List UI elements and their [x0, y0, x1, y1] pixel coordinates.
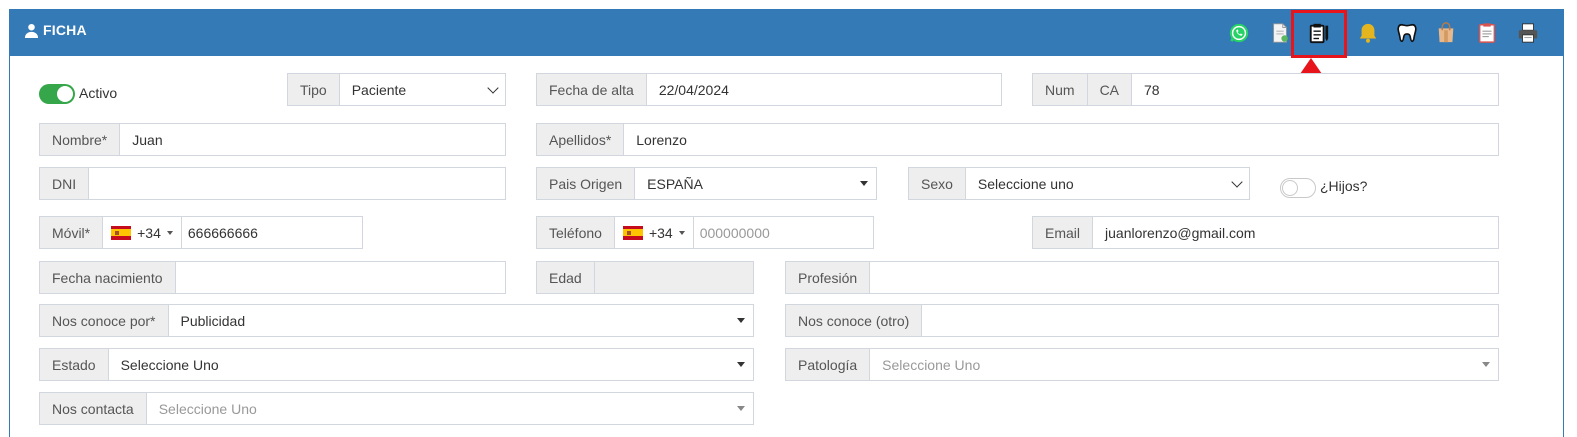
spain-flag-icon	[111, 225, 132, 240]
pais-origen-select[interactable]: Pais Origen ESPAÑA	[536, 167, 877, 200]
caret-down-icon	[678, 230, 685, 235]
caret-down-icon	[166, 230, 173, 235]
activo-label: Activo	[79, 85, 118, 101]
hijos-toggle[interactable]	[1280, 178, 1316, 198]
bag-icon[interactable]	[1434, 21, 1458, 45]
nos-conoce-otro-field[interactable]: Nos conoce (otro)	[785, 304, 1499, 337]
country-code-selector[interactable]: +34	[103, 217, 182, 248]
profesion-field[interactable]: Profesión	[785, 261, 1499, 294]
clipboard-list-icon[interactable]	[1475, 21, 1499, 45]
nos-contacta-select[interactable]: Nos contacta Seleccione Uno	[39, 392, 754, 425]
num-field[interactable]: Num CA 78	[1032, 73, 1499, 106]
nombre-field[interactable]: Nombre* Juan	[39, 123, 506, 156]
chevron-down-icon	[1225, 168, 1249, 199]
email-field[interactable]: Email juanlorenzo@gmail.com	[1032, 216, 1499, 249]
nos-conoce-select[interactable]: Nos conoce por* Publicidad	[39, 304, 754, 337]
activo-toggle[interactable]	[39, 84, 75, 104]
caret-down-icon	[1474, 349, 1498, 380]
header-toolbar	[10, 10, 1563, 58]
tooth-icon[interactable]	[1395, 21, 1419, 45]
highlight-box	[1291, 10, 1347, 58]
document-icon[interactable]	[1268, 21, 1292, 45]
spain-flag-icon	[622, 225, 643, 240]
fecha-nacimiento-field[interactable]: Fecha nacimiento	[39, 261, 506, 294]
hijos-label: ¿Hijos?	[1320, 178, 1368, 194]
patologia-select[interactable]: Patología Seleccione Uno	[785, 348, 1499, 381]
chevron-down-icon	[481, 74, 505, 105]
movil-field[interactable]: Móvil* +34 666666666	[39, 216, 363, 249]
caret-down-icon	[729, 305, 753, 336]
country-code-selector[interactable]: +34	[614, 217, 694, 248]
dni-field[interactable]: DNI	[39, 167, 506, 200]
whatsapp-icon[interactable]	[1227, 21, 1251, 45]
fecha-alta-field[interactable]: Fecha de alta 22/04/2024	[536, 73, 1002, 106]
sexo-select[interactable]: Sexo Seleccione uno	[908, 167, 1250, 200]
apellidos-field[interactable]: Apellidos* Lorenzo	[536, 123, 1499, 156]
caret-down-icon	[729, 393, 753, 424]
printer-icon[interactable]	[1516, 21, 1540, 45]
telefono-field[interactable]: Teléfono +34 000000000	[536, 216, 874, 249]
caret-down-icon	[852, 168, 876, 199]
tipo-select[interactable]: Tipo Paciente	[287, 73, 506, 106]
caret-down-icon	[729, 349, 753, 380]
edad-field: Edad	[536, 261, 754, 294]
bell-icon[interactable]	[1356, 21, 1380, 45]
estado-select[interactable]: Estado Seleccione Uno	[39, 348, 754, 381]
